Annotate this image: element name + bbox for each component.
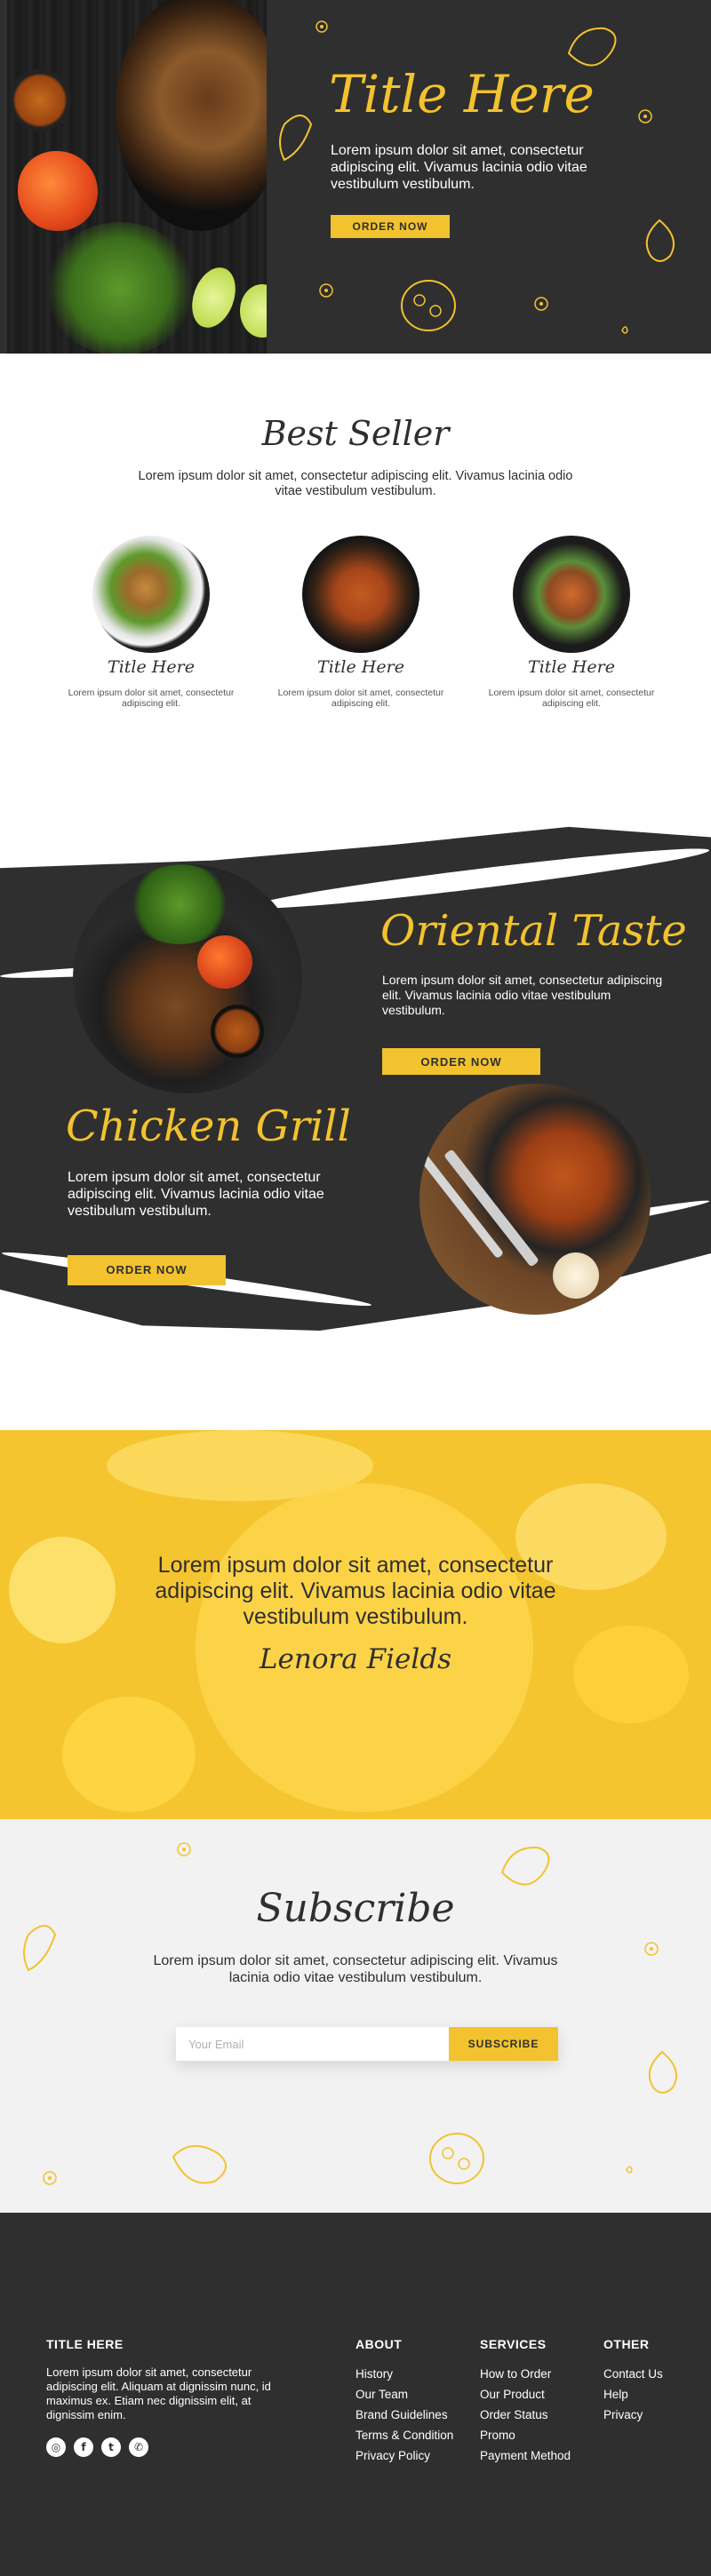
chicken-order-button[interactable]: ORDER NOW xyxy=(68,1255,226,1285)
leaf-drop-icon xyxy=(626,2166,633,2174)
features-section: Oriental Taste Lorem ipsum dolor sit ame… xyxy=(0,824,711,1430)
product-title[interactable]: Title Here xyxy=(62,657,240,677)
social-links: ◎ f t ✆ xyxy=(46,2437,156,2457)
footer-link[interactable]: Help xyxy=(603,2384,663,2405)
footer-link[interactable]: Privacy xyxy=(603,2405,663,2425)
oriental-taste-image xyxy=(73,864,302,1093)
best-seller-text: Lorem ipsum dolor sit amet, consectetur … xyxy=(138,469,573,498)
best-seller-title: Best Seller xyxy=(261,414,450,453)
subscribe-decorations xyxy=(23,1842,677,2185)
product-image[interactable] xyxy=(92,536,210,653)
feature-text: Lorem ipsum dolor sit amet, consectetur … xyxy=(382,973,663,1017)
dot-icon xyxy=(643,115,647,118)
leaf-icon xyxy=(23,1925,57,1972)
email-input[interactable] xyxy=(176,2027,449,2061)
footer-link[interactable]: How to Order xyxy=(480,2364,571,2384)
whatsapp-icon[interactable]: ✆ xyxy=(129,2437,148,2457)
hero-section: Title Here Lorem ipsum dolor sit amet, c… xyxy=(0,0,711,354)
product-desc: Lorem ipsum dolor sit amet, consectetur … xyxy=(488,688,655,709)
feature-text: Lorem ipsum dolor sit amet, consectetur … xyxy=(68,1170,324,1219)
tomato-slice-icon xyxy=(429,2133,484,2184)
footer-link[interactable]: Privacy Policy xyxy=(356,2445,453,2466)
food-background-shape xyxy=(9,1537,116,1643)
footer-link[interactable]: Our Team xyxy=(356,2384,453,2405)
footer-link[interactable]: Promo xyxy=(480,2425,571,2445)
subscribe-title: Subscribe xyxy=(256,1886,455,1931)
footer-column-title: SERVICES xyxy=(480,2337,547,2351)
testimonial-quote: Lorem ipsum dolor sit amet, consectetur … xyxy=(155,1553,556,1629)
food-background-shape xyxy=(62,1697,196,1812)
subscribe-section: Subscribe Lorem ipsum dolor sit amet, co… xyxy=(0,1819,711,2213)
product-desc: Lorem ipsum dolor sit amet, consectetur … xyxy=(68,688,235,709)
dot-icon xyxy=(539,302,543,306)
footer-link[interactable]: History xyxy=(356,2364,453,2384)
footer-link[interactable]: Order Status xyxy=(480,2405,571,2425)
product-image[interactable] xyxy=(302,536,419,653)
footer-brand-title: TITLE HERE xyxy=(46,2337,124,2351)
feature-title: Chicken Grill xyxy=(66,1101,351,1151)
dot-icon xyxy=(320,25,324,28)
twitter-icon[interactable]: t xyxy=(101,2437,121,2457)
chicken-grill-image xyxy=(419,1084,651,1315)
oriental-order-button[interactable]: ORDER NOW xyxy=(382,1048,540,1075)
hero-title: Title Here xyxy=(329,64,595,124)
hero-order-button[interactable]: ORDER NOW xyxy=(331,215,450,238)
footer-link[interactable]: Payment Method xyxy=(480,2445,571,2466)
hero-text: Lorem ipsum dolor sit amet, consectetur … xyxy=(331,143,587,192)
garlic-icon xyxy=(648,2050,677,2094)
footer: TITLE HERE Lorem ipsum dolor sit amet, c… xyxy=(0,2213,711,2576)
product-title[interactable]: Title Here xyxy=(272,657,450,677)
footer-brand-text: Lorem ipsum dolor sit amet, consectetur … xyxy=(46,2365,271,2421)
subscribe-text: Lorem ipsum dolor sit amet, consectetur … xyxy=(153,1953,558,1985)
product-image[interactable] xyxy=(513,536,630,653)
subscribe-form: SUBSCRIBE xyxy=(176,2027,558,2061)
facebook-icon[interactable]: f xyxy=(74,2437,93,2457)
leaf-drop-icon xyxy=(621,326,628,334)
footer-link[interactable]: Brand Guidelines xyxy=(356,2405,453,2425)
product-title[interactable]: Title Here xyxy=(483,657,660,677)
product-desc: Lorem ipsum dolor sit amet, consectetur … xyxy=(277,688,444,709)
footer-column-other: Contact Us Help Privacy xyxy=(603,2364,663,2425)
instagram-icon[interactable]: ◎ xyxy=(46,2437,66,2457)
footer-column-about: History Our Team Brand Guidelines Terms … xyxy=(356,2364,453,2466)
footer-column-title: OTHER xyxy=(603,2337,650,2351)
footer-link[interactable]: Our Product xyxy=(480,2384,571,2405)
testimonial-author: Lenora Fields xyxy=(259,1643,452,1675)
feature-title: Oriental Taste xyxy=(380,906,687,956)
subscribe-button[interactable]: SUBSCRIBE xyxy=(449,2027,558,2061)
tomato-slice-icon xyxy=(401,280,456,331)
garlic-icon xyxy=(645,219,675,262)
footer-column-services: How to Order Our Product Order Status Pr… xyxy=(480,2364,571,2466)
testimonial-section: Lorem ipsum dolor sit amet, consectetur … xyxy=(0,1430,711,1819)
footer-link[interactable]: Contact Us xyxy=(603,2364,663,2384)
dot-icon xyxy=(324,289,328,292)
leaf-icon xyxy=(279,115,313,162)
pepper-icon xyxy=(500,1846,550,1886)
pepper-icon xyxy=(172,2145,227,2184)
pepper-icon xyxy=(567,27,617,67)
best-seller-section: Best Seller Lorem ipsum dolor sit amet, … xyxy=(0,354,711,824)
footer-column-title: ABOUT xyxy=(356,2337,403,2351)
footer-link[interactable]: Terms & Condition xyxy=(356,2425,453,2445)
